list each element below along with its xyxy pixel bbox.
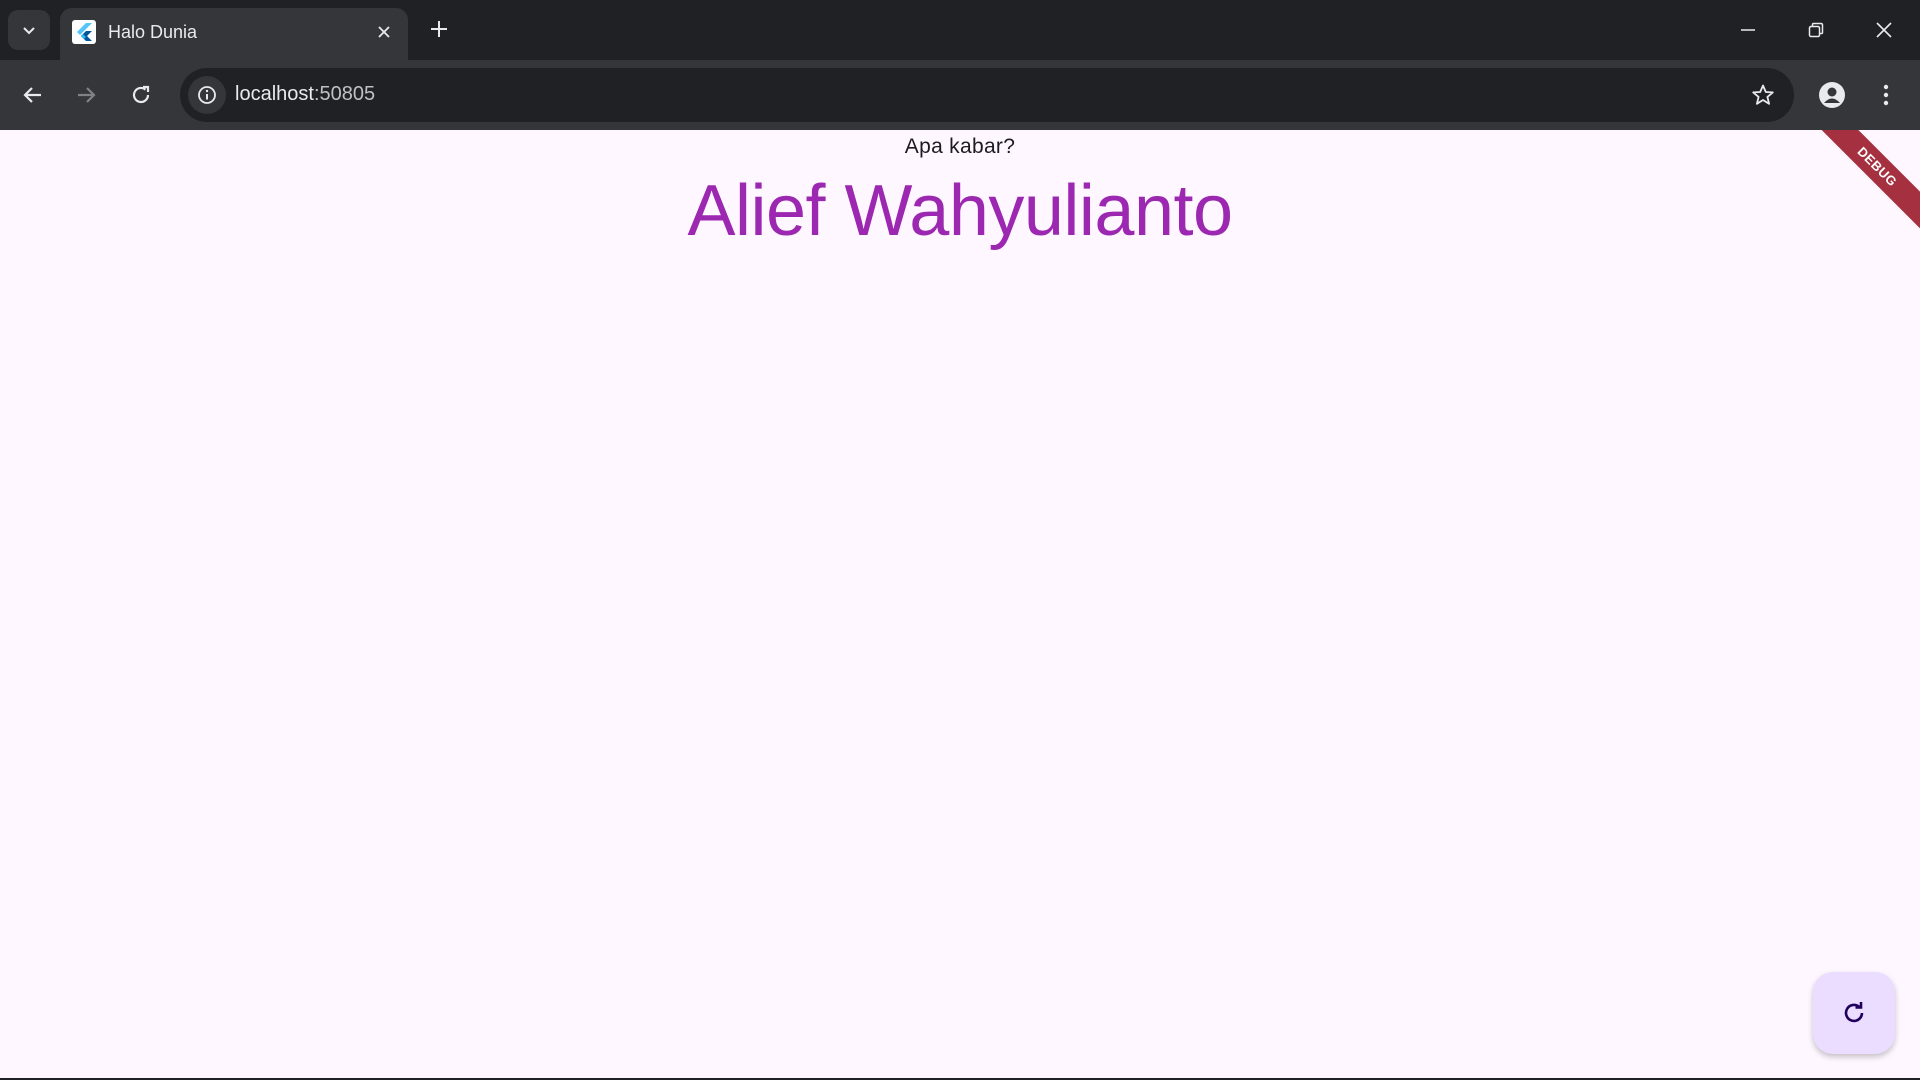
new-tab-button[interactable] [422,12,456,46]
tab-strip: Halo Dunia [0,0,1920,60]
url-port: :50805 [313,83,376,105]
forward-button[interactable] [66,75,106,115]
close-icon [1876,22,1892,38]
name-heading: Alief Wahyulianto [687,171,1233,251]
close-icon [378,26,390,38]
close-window-button[interactable] [1858,8,1910,52]
address-bar[interactable]: localhost:50805 [180,68,1794,122]
refresh-fab-button[interactable] [1813,972,1895,1054]
info-icon [198,86,216,104]
minimize-button[interactable] [1722,8,1774,52]
back-button[interactable] [13,75,53,115]
tab-search-button[interactable] [8,10,50,50]
url-host: localhost [235,83,314,105]
debug-ribbon-label: DEBUG [1807,130,1920,237]
refresh-icon [1844,1002,1864,1023]
tab-close-button[interactable] [372,20,396,44]
restore-icon [1808,22,1824,38]
bookmark-button[interactable] [1744,76,1782,114]
reload-button[interactable] [121,75,161,115]
plus-icon [431,21,447,37]
star-icon [1752,84,1774,105]
flutter-logo-icon [72,20,96,44]
url-text[interactable]: localhost:50805 [235,83,375,106]
tab-title: Halo Dunia [108,22,198,42]
minimize-icon [1741,29,1755,31]
browser-toolbar: localhost:50805 [0,60,1920,130]
arrow-right-icon [78,87,96,103]
account-icon [1819,82,1845,108]
app-page: Apa kabar? Alief Wahyulianto DEBUG [0,130,1920,1078]
browser-tab[interactable]: Halo Dunia [60,8,408,60]
greeting-text: Apa kabar? [904,135,1016,158]
reload-icon [132,85,150,104]
profile-button[interactable] [1812,75,1852,115]
restore-button[interactable] [1790,8,1842,52]
site-info-button[interactable] [188,76,226,114]
debug-banner: DEBUG [1800,130,1920,250]
more-vertical-icon [1883,84,1889,106]
chevron-down-icon [23,27,35,35]
browser-menu-button[interactable] [1866,75,1906,115]
arrow-left-icon [23,87,41,103]
